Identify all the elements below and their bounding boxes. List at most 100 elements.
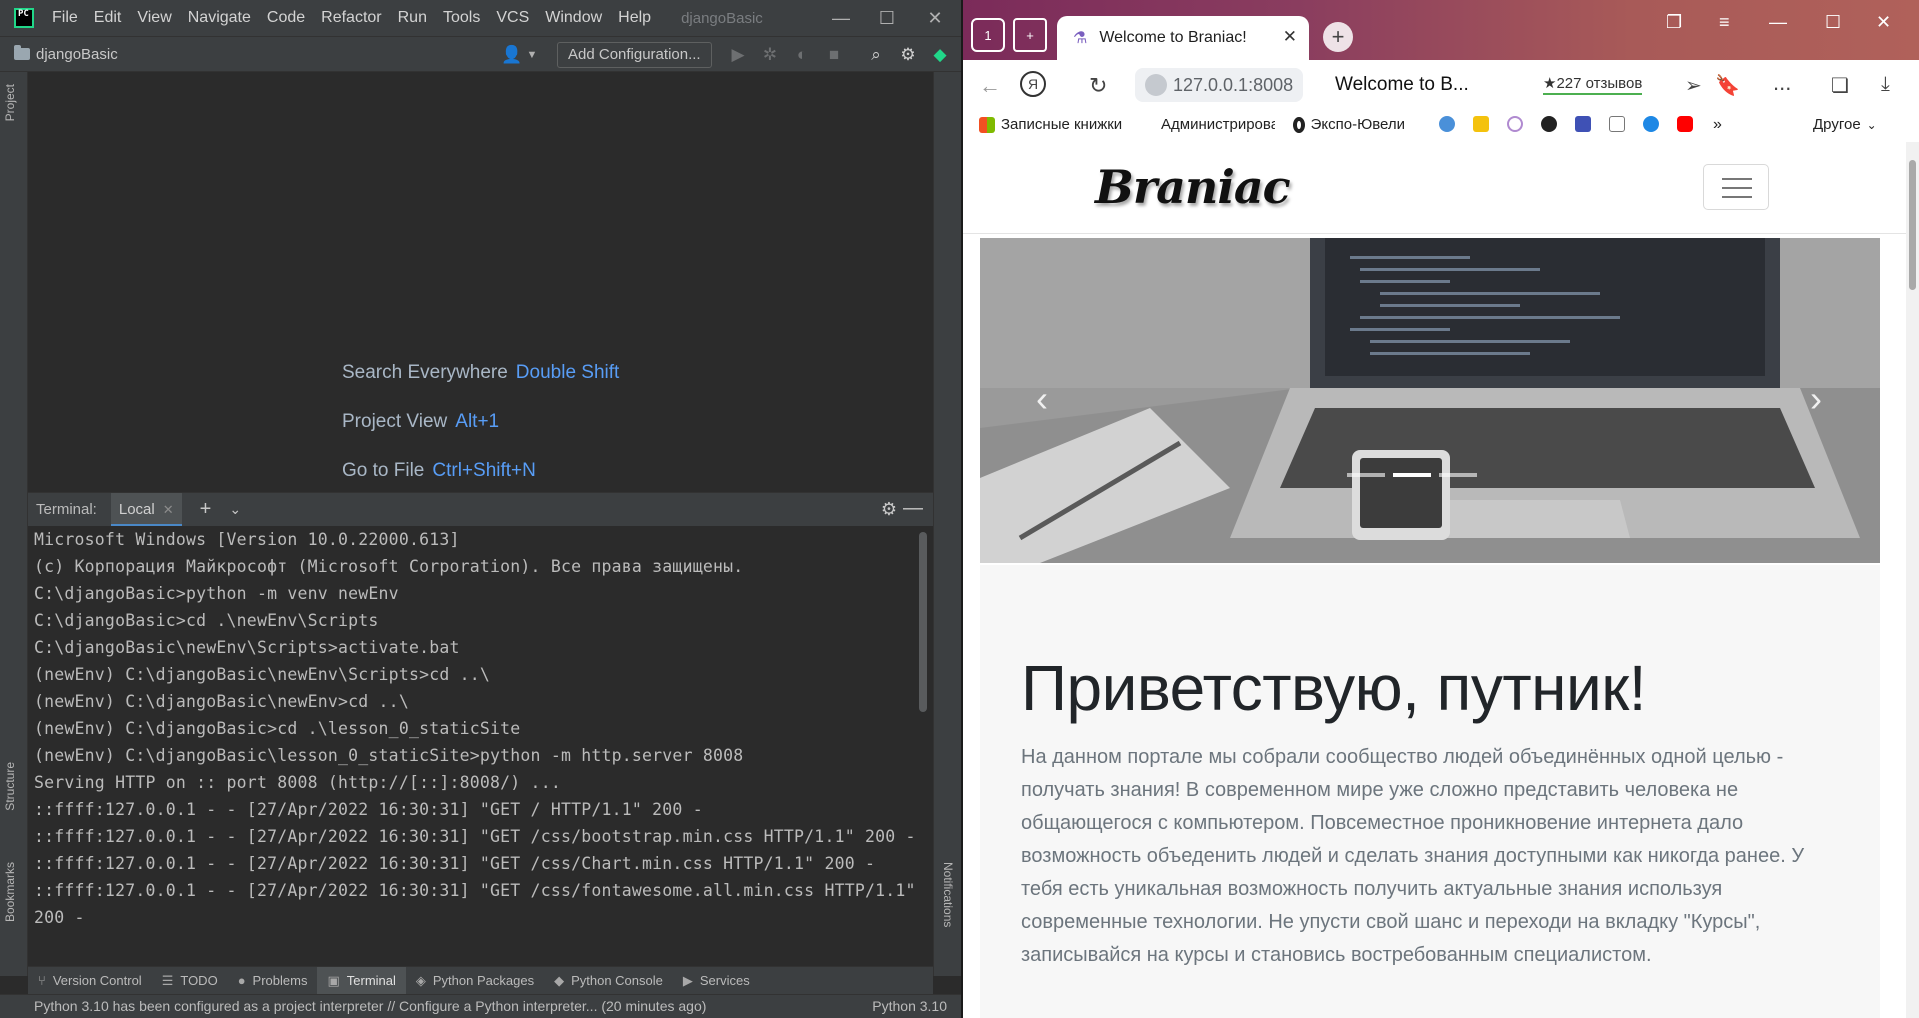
- carousel-prev-icon[interactable]: ‹: [1036, 378, 1048, 420]
- maximize-icon[interactable]: ☐: [1825, 12, 1841, 33]
- terminal-settings-gear-icon[interactable]: ⚙: [881, 499, 897, 520]
- hint-shortcut: Alt+1: [455, 411, 500, 432]
- minimize-icon[interactable]: —: [1769, 12, 1787, 33]
- hero-carousel[interactable]: ‹ ›: [980, 238, 1880, 563]
- menu-code[interactable]: Code: [259, 9, 313, 27]
- site-info-icon[interactable]: [1145, 74, 1167, 96]
- tool-tab-todo[interactable]: ☰ TODO: [152, 967, 228, 995]
- debug-icon[interactable]: ✲: [758, 43, 782, 67]
- chevron-down-icon[interactable]: ⌄: [229, 501, 241, 518]
- tabs-collection-icon[interactable]: ❐: [1666, 12, 1682, 33]
- coverage-icon[interactable]: ◐: [790, 43, 814, 67]
- list-icon: ☰: [161, 972, 174, 988]
- jetbrains-toolbox-icon[interactable]: ◆: [928, 43, 952, 67]
- back-arrow-icon[interactable]: ←: [979, 73, 1001, 99]
- carousel-indicator-3[interactable]: [1439, 473, 1477, 477]
- bookmark-snow[interactable]: [1643, 116, 1665, 132]
- maximize-icon[interactable]: ☐: [864, 0, 910, 36]
- menu-view[interactable]: View: [129, 9, 179, 27]
- desktop: PC File Edit View Navigate Code Refactor…: [0, 0, 1919, 1018]
- hamburger-line: [1722, 178, 1752, 180]
- close-icon[interactable]: ✕: [912, 0, 958, 36]
- run-icon[interactable]: ▶: [726, 43, 750, 67]
- terminal-scrollbar[interactable]: [919, 532, 927, 712]
- menu-window[interactable]: Window: [537, 9, 610, 27]
- ide-status-bar: Python 3.10 has been configured as a pro…: [0, 994, 961, 1018]
- more-icon[interactable]: ...: [1773, 70, 1791, 96]
- search-icon[interactable]: ⌕: [864, 43, 888, 67]
- bookmark-gear[interactable]: [1439, 116, 1461, 132]
- hide-panel-icon[interactable]: —: [903, 497, 923, 520]
- new-folder-tab-icon[interactable]: +: [1013, 18, 1047, 52]
- carousel-next-icon[interactable]: ›: [1810, 378, 1822, 420]
- menu-tools[interactable]: Tools: [435, 9, 488, 27]
- notifications-tab[interactable]: Notifications: [941, 862, 955, 927]
- tool-tab-problems[interactable]: ● Problems: [228, 967, 318, 995]
- tool-tab-python-packages[interactable]: ◈ Python Packages: [406, 967, 544, 995]
- collections-icon[interactable]: ❏: [1831, 73, 1849, 98]
- menu-run[interactable]: Run: [390, 9, 435, 27]
- scrollbar-thumb[interactable]: [1909, 160, 1916, 290]
- yandex-logo-icon[interactable]: Я: [1020, 71, 1046, 97]
- other-bookmarks[interactable]: Другое ⌄: [1813, 116, 1877, 133]
- chevron-down-icon[interactable]: ▼: [520, 43, 544, 67]
- menu-vcs[interactable]: VCS: [488, 9, 537, 27]
- close-tab-icon[interactable]: ✕: [163, 502, 174, 517]
- bookmark-doc[interactable]: [1609, 116, 1631, 132]
- download-icon[interactable]: ⤓: [1881, 73, 1890, 96]
- terminal-output[interactable]: Microsoft Windows [Version 10.0.22000.61…: [28, 526, 933, 966]
- close-window-icon[interactable]: ✕: [1876, 12, 1891, 33]
- tool-tab-python-console[interactable]: ◆ Python Console: [544, 967, 673, 995]
- tool-tab-services[interactable]: ▶ Services: [673, 967, 760, 995]
- stop-icon[interactable]: ■: [822, 43, 846, 67]
- overflow-chevrons-icon[interactable]: »: [1713, 116, 1722, 134]
- bookmark-ring[interactable]: [1507, 116, 1529, 132]
- menu-help[interactable]: Help: [610, 9, 659, 27]
- share-icon[interactable]: ➢: [1685, 73, 1702, 98]
- menu-file[interactable]: File: [44, 9, 86, 27]
- bookmark-user[interactable]: [1575, 116, 1597, 132]
- bookmark-icon[interactable]: 🔖: [1715, 73, 1740, 98]
- menu-edit[interactable]: Edit: [86, 9, 130, 27]
- terminal-line: (newEnv) C:\djangoBasic>cd .\lesson_0_st…: [34, 719, 521, 738]
- tool-tab-label: TODO: [180, 973, 218, 988]
- minimize-icon[interactable]: —: [818, 0, 864, 36]
- bookmark-notebooks[interactable]: Записные книжки: [979, 116, 1122, 133]
- close-tab-icon[interactable]: ✕: [1283, 27, 1297, 47]
- settings-gear-icon[interactable]: ⚙: [896, 43, 920, 67]
- tab-welcome-to-braniac[interactable]: ⚗ Welcome to Braniac! ✕: [1057, 16, 1309, 60]
- bookmarks-tab[interactable]: Bookmarks: [3, 862, 17, 922]
- interpreter-status[interactable]: Python 3.10: [872, 995, 947, 1018]
- carousel-indicator-1[interactable]: [1347, 473, 1385, 477]
- tool-tab-version-control[interactable]: ⑂ Version Control: [28, 967, 152, 995]
- add-configuration-button[interactable]: Add Configuration...: [557, 42, 712, 68]
- site-logo[interactable]: Braniac: [1095, 160, 1291, 214]
- new-terminal-plus-icon[interactable]: +: [200, 498, 212, 521]
- terminal-tab-local[interactable]: Local ✕: [110, 492, 182, 527]
- menu-hamburger-icon[interactable]: ≡: [1719, 12, 1730, 33]
- page-scrollbar[interactable]: [1906, 142, 1919, 1018]
- structure-tab[interactable]: Structure: [3, 762, 17, 811]
- menu-refactor[interactable]: Refactor: [313, 9, 389, 27]
- navbar-toggle-button[interactable]: [1703, 164, 1769, 210]
- tool-tab-label: Version Control: [52, 973, 142, 988]
- left-tool-strip: Project Structure Bookmarks: [0, 72, 28, 976]
- bookmark-dot[interactable]: [1541, 116, 1563, 132]
- bookmark-admin[interactable]: Администрирова: [1155, 116, 1275, 133]
- reload-icon[interactable]: ↻: [1089, 73, 1107, 99]
- reviews-badge[interactable]: ★227 отзывов: [1543, 74, 1643, 95]
- tab-counter-home-icon[interactable]: 1: [971, 18, 1005, 52]
- tool-tab-terminal[interactable]: ▣ Terminal: [317, 966, 406, 995]
- circle-icon: [1293, 116, 1305, 133]
- project-tab[interactable]: Project: [3, 84, 17, 121]
- carousel-indicator-2[interactable]: [1393, 473, 1431, 477]
- user-icon: [1575, 116, 1591, 132]
- bookmark-app[interactable]: [1473, 116, 1495, 132]
- menu-navigate[interactable]: Navigate: [180, 9, 259, 27]
- bookmark-expo[interactable]: Экспо-Ювели: [1293, 116, 1405, 133]
- address-field[interactable]: 127.0.0.1:8008: [1135, 68, 1304, 102]
- status-message[interactable]: Python 3.10 has been configured as a pro…: [34, 995, 706, 1018]
- breadcrumb[interactable]: djangoBasic: [36, 46, 118, 63]
- bookmark-youtube[interactable]: [1677, 116, 1699, 132]
- new-tab-plus-icon[interactable]: +: [1323, 22, 1353, 52]
